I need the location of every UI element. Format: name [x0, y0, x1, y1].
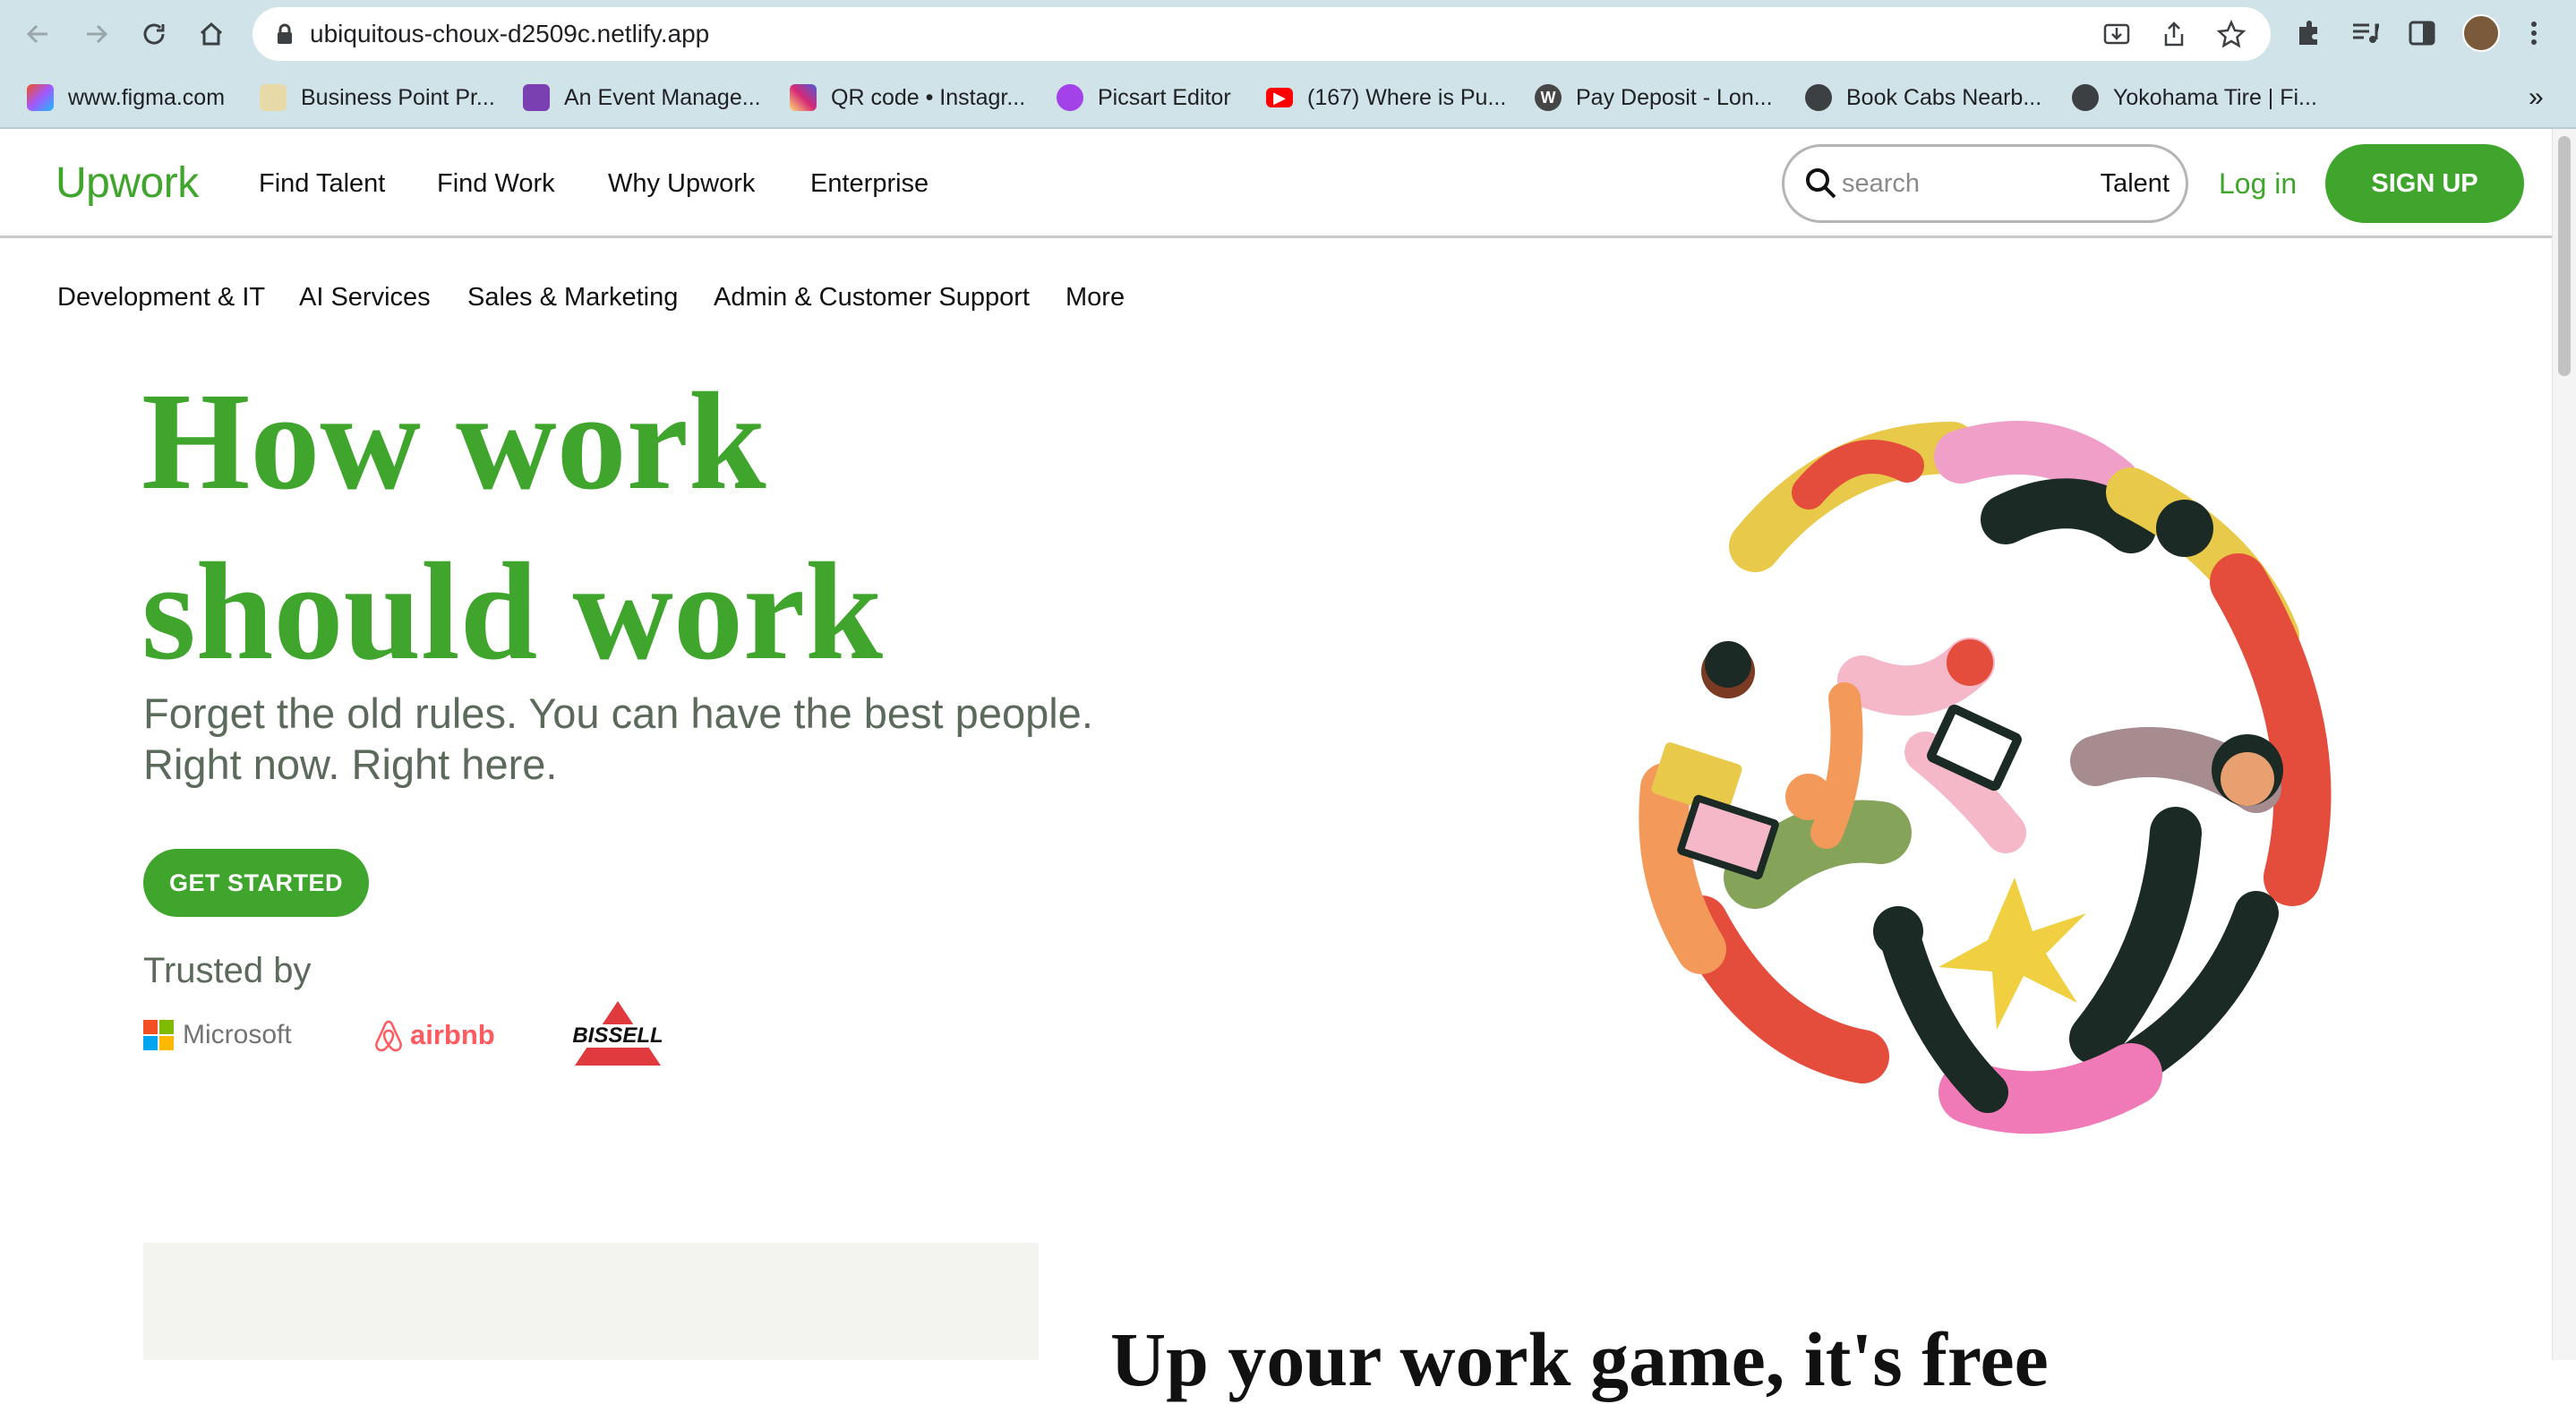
nav-find-talent[interactable]: Find Talent — [259, 129, 385, 238]
microsoft-windows-icon — [143, 1020, 174, 1050]
bookmark-label: www.figma.com — [68, 84, 226, 110]
hero-subtitle: Forget the old rules. You can have the b… — [143, 688, 1262, 790]
figma-icon — [27, 84, 54, 111]
bookmark-youtube[interactable]: ▶ (167) Where is Pu... — [1266, 68, 1506, 127]
bookmark-label: Yokohama Tire | Fi... — [2113, 84, 2317, 110]
back-button[interactable] — [16, 13, 59, 56]
globe-icon — [2072, 84, 2099, 111]
reload-button[interactable] — [133, 13, 175, 56]
microsoft-wordmark: Microsoft — [183, 1020, 292, 1049]
nav-find-work[interactable]: Find Work — [437, 129, 555, 238]
bookmark-label: Book Cabs Nearb... — [1846, 84, 2042, 110]
site-header: Upwork Find Talent Find Work Why Upwork … — [0, 129, 2552, 238]
feature-card — [143, 1243, 1039, 1360]
bookmark-label: QR code • Instagr... — [831, 84, 1026, 110]
profile-avatar[interactable] — [2462, 14, 2500, 52]
wordpress-icon: W — [1535, 84, 1562, 111]
bookmarks-bar: www.figma.com Business Point Pr... An Ev… — [0, 68, 2576, 129]
category-more[interactable]: More — [1065, 283, 1125, 312]
airbnb-wordmark: airbnb — [410, 1019, 495, 1050]
lock-icon — [278, 23, 292, 44]
business-icon — [260, 84, 287, 111]
home-button[interactable] — [190, 13, 233, 56]
airbnb-belo-icon — [375, 1020, 402, 1052]
kebab-menu-icon[interactable] — [2527, 18, 2541, 48]
hero-title-line: How work — [141, 364, 766, 518]
instagram-icon — [790, 84, 817, 111]
bookmark-label: (167) Where is Pu... — [1307, 84, 1507, 110]
star-icon[interactable] — [2217, 20, 2246, 48]
bookmark-label: Picsart Editor — [1098, 84, 1231, 110]
hero-title: How work should work — [141, 356, 1216, 697]
nav-why-upwork[interactable]: Why Upwork — [608, 129, 755, 238]
home-icon — [200, 21, 223, 46]
category-sales-marketing[interactable]: Sales & Marketing — [467, 283, 678, 312]
hero-illustration — [1639, 421, 2364, 1137]
bookmark-event-manage[interactable]: An Event Manage... — [523, 68, 761, 127]
hero-title-line: should work — [141, 534, 883, 689]
category-admin-support[interactable]: Admin & Customer Support — [714, 283, 1030, 312]
install-icon[interactable] — [2102, 20, 2131, 48]
hero-subtitle-line: Forget the old rules. You can have the b… — [143, 689, 1093, 737]
bookmark-yokohama[interactable]: Yokohama Tire | Fi... — [2072, 68, 2317, 127]
nav-enterprise[interactable]: Enterprise — [810, 129, 929, 238]
picsart-icon — [1057, 84, 1083, 111]
bookmark-business-point[interactable]: Business Point Pr... — [260, 68, 495, 127]
upwork-logo[interactable]: Upwork — [56, 129, 199, 238]
address-bar[interactable]: ubiquitous-choux-d2509c.netlify.app — [252, 7, 2271, 61]
signup-button[interactable]: SIGN UP — [2325, 144, 2524, 223]
bookmark-figma[interactable]: www.figma.com — [27, 68, 225, 127]
youtube-icon: ▶ — [1266, 88, 1293, 107]
get-started-button[interactable]: GET STARTED — [143, 849, 369, 917]
bissell-wordmark: BISSELL — [568, 1024, 668, 1048]
more-bookmarks-button[interactable]: » — [2529, 68, 2544, 127]
globe-icon — [1805, 84, 1832, 111]
browser-toolbar: ubiquitous-choux-d2509c.netlify.app — [0, 0, 2576, 68]
arrow-left-icon — [26, 24, 47, 44]
airbnb-logo: airbnb — [372, 1017, 495, 1053]
event-icon — [523, 84, 550, 111]
forward-button[interactable] — [75, 13, 118, 56]
scrollbar-thumb[interactable] — [2558, 136, 2571, 376]
category-ai-services[interactable]: AI Services — [299, 283, 431, 312]
share-icon[interactable] — [2160, 20, 2188, 48]
category-development-it[interactable]: Development & IT — [57, 283, 265, 312]
bookmark-book-cabs[interactable]: Book Cabs Nearb... — [1805, 68, 2041, 127]
microsoft-logo: Microsoft — [143, 1017, 292, 1053]
page-scrollbar[interactable] — [2552, 129, 2576, 1360]
bookmark-label: An Event Manage... — [564, 84, 761, 110]
bookmark-label: Business Point Pr... — [301, 84, 495, 110]
side-panel-icon[interactable] — [2407, 18, 2437, 48]
reload-icon — [143, 23, 165, 45]
arrow-right-icon — [87, 24, 108, 44]
bookmark-qr-instagram[interactable]: QR code • Instagr... — [790, 68, 1025, 127]
search-box[interactable]: search Talent — [1782, 144, 2188, 223]
login-link[interactable]: Log in — [2219, 129, 2297, 238]
search-icon — [1806, 168, 1836, 199]
url-text: ubiquitous-choux-d2509c.netlify.app — [310, 20, 710, 47]
search-input[interactable]: search — [1842, 147, 1920, 220]
media-icon[interactable] — [2349, 18, 2380, 48]
bookmark-pay-deposit[interactable]: W Pay Deposit - Lon... — [1535, 68, 1773, 127]
search-scope-select[interactable]: Talent — [2101, 147, 2169, 220]
extensions-icon[interactable] — [2294, 18, 2324, 48]
bookmark-label: Pay Deposit - Lon... — [1576, 84, 1773, 110]
bissell-logo: BISSELL — [566, 999, 670, 1067]
hero-subtitle-line: Right now. Right here. — [143, 741, 558, 788]
trusted-by-heading: Trusted by — [143, 951, 312, 990]
bookmark-picsart[interactable]: Picsart Editor — [1057, 68, 1231, 127]
section-title: Up your work game, it's free — [1110, 1316, 2049, 1402]
